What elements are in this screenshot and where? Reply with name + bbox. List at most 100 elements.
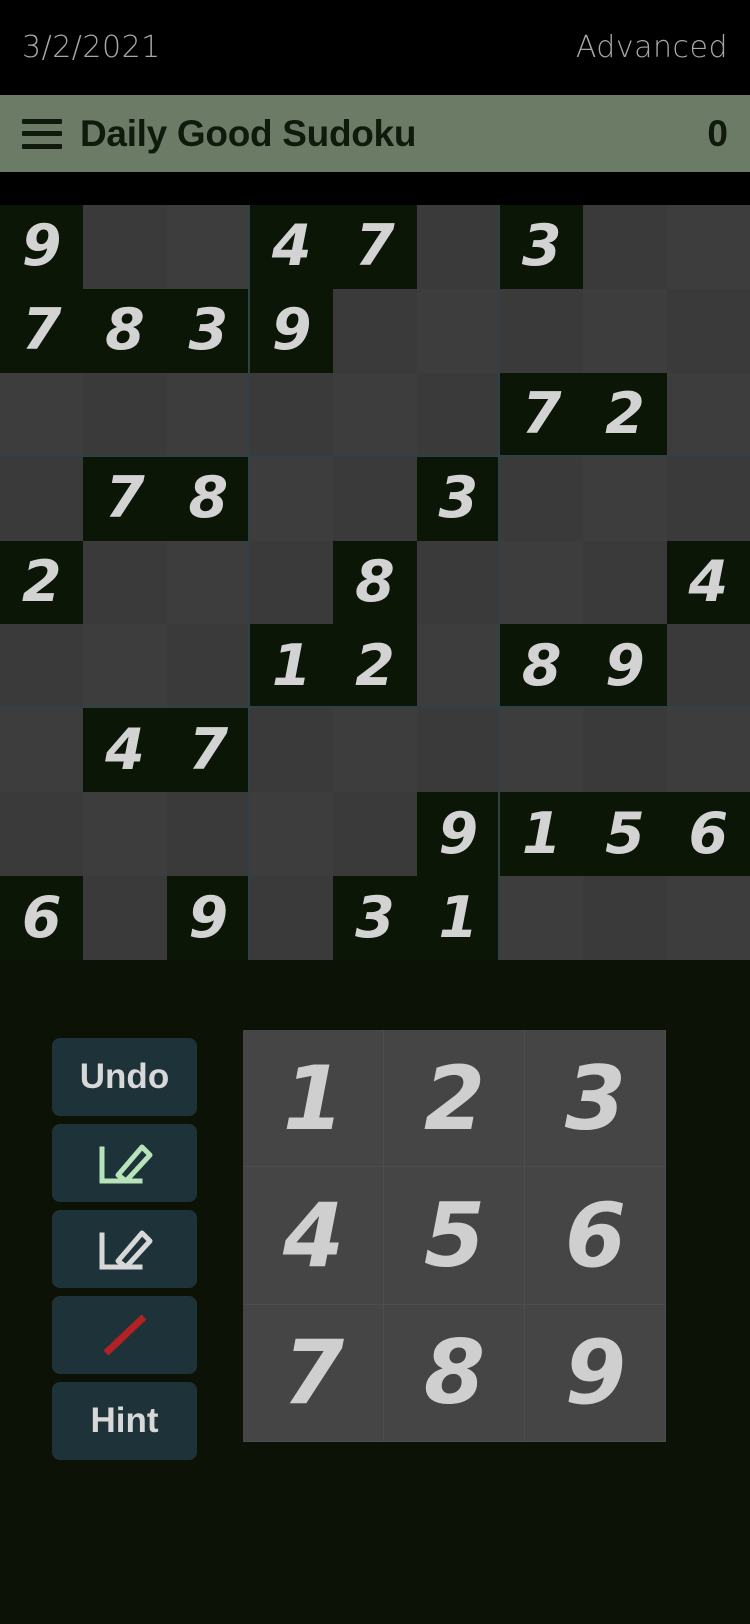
sudoku-cell-r5c2[interactable] (83, 540, 167, 625)
sudoku-cell-r1c4[interactable]: 4 (250, 205, 334, 289)
sudoku-cell-r8c8[interactable]: 5 (583, 792, 667, 877)
sudoku-cell-r7c3[interactable]: 7 (166, 708, 250, 793)
sudoku-cell-r8c3[interactable] (166, 792, 250, 877)
sudoku-cell-r8c7[interactable]: 1 (500, 792, 584, 877)
numpad-key-3[interactable]: 3 (525, 1030, 666, 1168)
sudoku-cell-r7c5[interactable] (333, 708, 417, 793)
sudoku-cell-r6c4[interactable]: 1 (250, 624, 334, 709)
sudoku-cell-r9c8[interactable] (583, 876, 667, 960)
board-top-gap (0, 172, 750, 205)
sudoku-cell-r9c7[interactable] (500, 876, 584, 960)
hamburger-menu-icon[interactable] (22, 118, 62, 149)
numpad-key-5[interactable]: 5 (384, 1167, 525, 1305)
sudoku-cell-r5c7[interactable] (500, 540, 584, 625)
sudoku-cell-r2c2[interactable]: 8 (83, 288, 167, 373)
sudoku-cell-r7c1[interactable] (0, 708, 84, 793)
numpad-key-2[interactable]: 2 (384, 1030, 525, 1168)
sudoku-cell-r9c4[interactable] (250, 876, 334, 960)
pencil-white-button[interactable] (52, 1210, 197, 1288)
sudoku-cell-r3c5[interactable] (333, 372, 417, 457)
number-pad[interactable]: 123 456 789 (243, 1030, 666, 1442)
hint-button[interactable]: Hint (52, 1382, 197, 1460)
sudoku-cell-r7c2[interactable]: 4 (83, 708, 167, 793)
sudoku-cell-r5c6[interactable] (416, 540, 500, 625)
sudoku-cell-r1c1[interactable]: 9 (0, 205, 84, 289)
sudoku-cell-r9c1[interactable]: 6 (0, 876, 84, 960)
sudoku-cell-r6c3[interactable] (166, 624, 250, 709)
sudoku-cell-r4c2[interactable]: 7 (83, 456, 167, 541)
sudoku-cell-r4c6[interactable]: 3 (416, 456, 500, 541)
sudoku-cell-r3c1[interactable] (0, 372, 84, 457)
sudoku-cell-r2c5[interactable] (333, 288, 417, 373)
sudoku-cell-r1c7[interactable]: 3 (500, 205, 584, 289)
sudoku-cell-r2c1[interactable]: 7 (0, 288, 84, 373)
sudoku-cell-r6c6[interactable] (416, 624, 500, 709)
sudoku-cell-r8c1[interactable] (0, 792, 84, 877)
sudoku-cell-r7c8[interactable] (583, 708, 667, 793)
sudoku-cell-r1c9[interactable] (666, 205, 750, 289)
sudoku-cell-r7c4[interactable] (250, 708, 334, 793)
sudoku-cell-r3c7[interactable]: 7 (500, 372, 584, 457)
sudoku-cell-r6c5[interactable]: 2 (333, 624, 417, 709)
sudoku-cell-r2c3[interactable]: 3 (166, 288, 250, 373)
sudoku-cell-r8c2[interactable] (83, 792, 167, 877)
control-button-column: Undo Hint (52, 1038, 197, 1460)
sudoku-cell-r1c6[interactable] (416, 205, 500, 289)
pencil-green-button[interactable] (52, 1124, 197, 1202)
sudoku-cell-r6c9[interactable] (666, 624, 750, 709)
sudoku-cell-r9c9[interactable] (666, 876, 750, 960)
sudoku-cell-r9c5[interactable]: 3 (333, 876, 417, 960)
sudoku-cell-r5c8[interactable] (583, 540, 667, 625)
sudoku-cell-r9c3[interactable]: 9 (166, 876, 250, 960)
sudoku-cell-r3c6[interactable] (416, 372, 500, 457)
sudoku-cell-r6c2[interactable] (83, 624, 167, 709)
sudoku-cell-r6c7[interactable]: 8 (500, 624, 584, 709)
sudoku-cell-r1c5[interactable]: 7 (333, 205, 417, 289)
numpad-key-7[interactable]: 7 (243, 1304, 384, 1442)
sudoku-cell-r2c8[interactable] (583, 288, 667, 373)
sudoku-cell-r4c4[interactable] (250, 456, 334, 541)
sudoku-cell-r5c3[interactable] (166, 540, 250, 625)
sudoku-cell-r4c5[interactable] (333, 456, 417, 541)
sudoku-cell-r4c9[interactable] (666, 456, 750, 541)
numpad-key-1[interactable]: 1 (243, 1030, 384, 1168)
erase-button[interactable] (52, 1296, 197, 1374)
sudoku-cell-r5c1[interactable]: 2 (0, 540, 84, 625)
sudoku-cell-r8c6[interactable]: 9 (416, 792, 500, 877)
sudoku-cell-r5c5[interactable]: 8 (333, 540, 417, 625)
sudoku-cell-r8c9[interactable]: 6 (666, 792, 750, 877)
sudoku-cell-r9c2[interactable] (83, 876, 167, 960)
sudoku-board[interactable]: 947378397278328412894791566931 (0, 205, 750, 960)
sudoku-cell-r8c5[interactable] (333, 792, 417, 877)
numpad-key-4[interactable]: 4 (243, 1167, 384, 1305)
sudoku-cell-r4c3[interactable]: 8 (166, 456, 250, 541)
undo-button[interactable]: Undo (52, 1038, 197, 1116)
numpad-key-8[interactable]: 8 (384, 1304, 525, 1442)
numpad-key-6[interactable]: 6 (525, 1167, 666, 1305)
sudoku-cell-r3c4[interactable] (250, 372, 334, 457)
sudoku-cell-r4c8[interactable] (583, 456, 667, 541)
sudoku-cell-r6c8[interactable]: 9 (583, 624, 667, 709)
sudoku-cell-r7c9[interactable] (666, 708, 750, 793)
sudoku-cell-r1c2[interactable] (83, 205, 167, 289)
sudoku-cell-r2c4[interactable]: 9 (250, 288, 334, 373)
sudoku-cell-r6c1[interactable] (0, 624, 84, 709)
sudoku-cell-r1c8[interactable] (583, 205, 667, 289)
sudoku-cell-r7c7[interactable] (500, 708, 584, 793)
numpad-key-9[interactable]: 9 (525, 1304, 666, 1442)
sudoku-cell-r4c7[interactable] (500, 456, 584, 541)
sudoku-cell-r2c6[interactable] (416, 288, 500, 373)
sudoku-cell-r5c4[interactable] (250, 540, 334, 625)
sudoku-cell-r3c8[interactable]: 2 (583, 372, 667, 457)
sudoku-cell-r7c6[interactable] (416, 708, 500, 793)
sudoku-cell-r8c4[interactable] (250, 792, 334, 877)
sudoku-cell-r2c7[interactable] (500, 288, 584, 373)
sudoku-cell-r1c3[interactable] (166, 205, 250, 289)
sudoku-cell-r2c9[interactable] (666, 288, 750, 373)
sudoku-cell-r4c1[interactable] (0, 456, 84, 541)
sudoku-cell-r5c9[interactable]: 4 (666, 540, 750, 625)
sudoku-cell-r9c6[interactable]: 1 (416, 876, 500, 960)
sudoku-cell-r3c9[interactable] (666, 372, 750, 457)
sudoku-cell-r3c2[interactable] (83, 372, 167, 457)
sudoku-cell-r3c3[interactable] (166, 372, 250, 457)
